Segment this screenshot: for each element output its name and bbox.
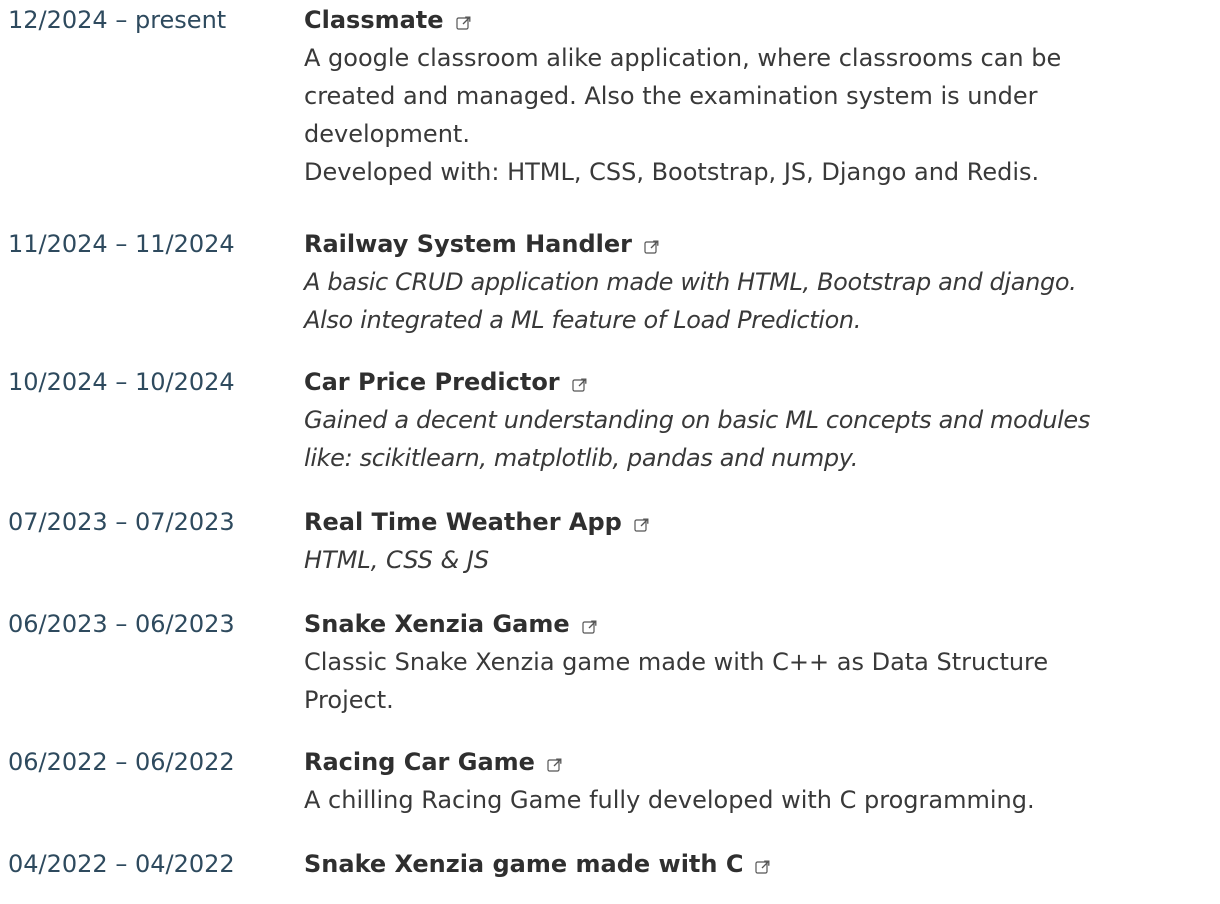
project-title-link[interactable]: Car Price Predictor — [304, 363, 560, 401]
project-title-line[interactable]: Snake Xenzia Game — [304, 605, 1212, 643]
project-title-link[interactable]: Racing Car Game — [304, 743, 535, 781]
project-title-line[interactable]: Car Price Predictor — [304, 363, 1212, 401]
project-title-line[interactable]: Railway System Handler — [304, 225, 1212, 263]
project-description-line: Project. — [304, 686, 394, 714]
project-content: Racing Car Game A chilling Racing Game f… — [304, 743, 1212, 819]
project-entry-railway: 11/2024 – 11/2024 Railway System Handler… — [8, 225, 1212, 339]
project-description-line: Developed with: HTML, CSS, Bootstrap, JS… — [304, 158, 1040, 186]
project-description-line: development. — [304, 120, 470, 148]
project-content: Car Price Predictor Gained a decent unde… — [304, 363, 1212, 477]
project-description-line: Gained a decent understanding on basic M… — [304, 406, 1090, 434]
project-dates: 07/2023 – 07/2023 — [8, 508, 235, 536]
project-title-link[interactable]: Classmate — [304, 1, 444, 39]
external-link-icon[interactable] — [755, 860, 770, 875]
project-description-line: created and managed. Also the examinatio… — [304, 82, 1038, 110]
project-description-line: like: scikitlearn, matplotlib, pandas an… — [304, 444, 859, 472]
project-description-line: Also integrated a ML feature of Load Pre… — [304, 306, 862, 334]
project-dates: 10/2024 – 10/2024 — [8, 368, 235, 396]
project-content: Real Time Weather App HTML, CSS & JS — [304, 503, 1212, 579]
project-content: Snake Xenzia Game Classic Snake Xenzia g… — [304, 605, 1212, 719]
external-link-icon[interactable] — [634, 518, 649, 533]
project-entry-snake-c: 04/2022 – 04/2022 Snake Xenzia game made… — [8, 845, 1212, 883]
external-link-icon[interactable] — [582, 620, 597, 635]
project-description-line: A chilling Racing Game fully developed w… — [304, 786, 1035, 814]
project-dates: 12/2024 – present — [8, 6, 227, 34]
project-title-link[interactable]: Real Time Weather App — [304, 503, 622, 541]
project-title-line[interactable]: Racing Car Game — [304, 743, 1212, 781]
project-content: Railway System Handler A basic CRUD appl… — [304, 225, 1212, 339]
project-entry-weather: 07/2023 – 07/2023 Real Time Weather App … — [8, 503, 1212, 579]
external-link-icon[interactable] — [644, 240, 659, 255]
project-title-line[interactable]: Snake Xenzia game made with C — [304, 845, 1212, 883]
external-link-icon[interactable] — [572, 378, 587, 393]
project-entry-classmate: 12/2024 – present Classmate A google cla… — [8, 1, 1212, 191]
project-description-line: HTML, CSS & JS — [304, 546, 490, 574]
project-description-line: Classic Snake Xenzia game made with C++ … — [304, 648, 1049, 676]
project-entry-racing-car: 06/2022 – 06/2022 Racing Car Game A chil… — [8, 743, 1212, 819]
project-description-line: A google classroom alike application, wh… — [304, 44, 1062, 72]
project-dates: 06/2023 – 06/2023 — [8, 610, 235, 638]
project-description-line: A basic CRUD application made with HTML,… — [304, 268, 1077, 296]
project-title-line[interactable]: Classmate — [304, 1, 1212, 39]
external-link-icon[interactable] — [455, 16, 471, 31]
project-content: Snake Xenzia game made with C — [304, 845, 1212, 883]
project-entry-car-price: 10/2024 – 10/2024 Car Price Predictor Ga… — [8, 363, 1212, 477]
project-title-link[interactable]: Snake Xenzia Game — [304, 605, 570, 643]
external-link-icon[interactable] — [547, 758, 562, 773]
project-title-link[interactable]: Snake Xenzia game made with C — [304, 845, 743, 883]
project-content: Classmate A google classroom alike appli… — [304, 1, 1212, 191]
project-title-link[interactable]: Railway System Handler — [304, 225, 632, 263]
project-title-line[interactable]: Real Time Weather App — [304, 503, 1212, 541]
project-dates: 04/2022 – 04/2022 — [8, 850, 235, 878]
project-dates: 06/2022 – 06/2022 — [8, 748, 235, 776]
project-entry-snake-cpp: 06/2023 – 06/2023 Snake Xenzia Game Clas… — [8, 605, 1212, 719]
project-dates: 11/2024 – 11/2024 — [8, 230, 235, 258]
